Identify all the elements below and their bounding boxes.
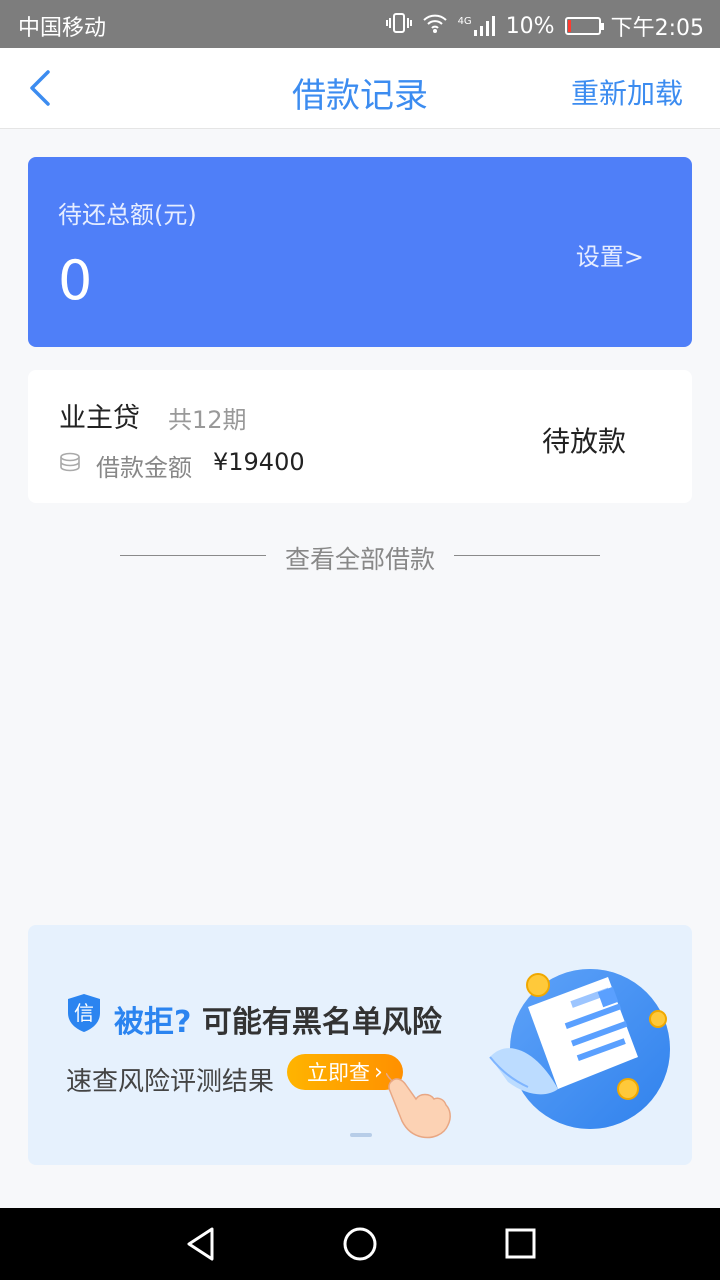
view-all-loans[interactable]: 查看全部借款	[0, 538, 720, 574]
battery-icon	[564, 17, 604, 35]
loan-list-item[interactable]: 业主贷 共12期 借款金额 ¥19400 待放款	[28, 370, 692, 503]
loan-periods: 共12期	[168, 406, 247, 434]
home-icon[interactable]	[342, 1226, 378, 1262]
recent-apps-icon[interactable]	[504, 1226, 538, 1262]
view-all-loans-label[interactable]: 查看全部借款	[0, 540, 720, 576]
risk-check-banner[interactable]: 信 被拒? 可能有黑名单风险 速查风险评测结果 立即查 ›	[28, 925, 692, 1165]
report-illustration-icon	[488, 957, 678, 1132]
network-type: 4G	[457, 16, 472, 27]
signal-icon: 4G	[458, 16, 496, 36]
carousel-indicator	[350, 1133, 372, 1137]
loan-amount-label: 借款金额	[96, 454, 192, 482]
pointing-hand-icon	[385, 1072, 456, 1141]
check-now-label: 立即查	[307, 1061, 370, 1085]
system-nav-bar	[0, 1208, 720, 1280]
coins-icon	[59, 452, 81, 476]
chevron-right-icon: ›	[374, 1059, 383, 1085]
battery-percent: 10%	[505, 13, 555, 39]
divider-right	[454, 555, 600, 556]
banner-headline-accent: 被拒?	[114, 1005, 192, 1040]
shield-char: 信	[74, 1001, 94, 1025]
reload-button[interactable]: 重新加载	[571, 72, 683, 112]
status-right: 4G 10% 下午2:05	[385, 10, 704, 42]
status-bar: 中国移动 4G 10% 下午2:05	[0, 0, 720, 48]
shield-icon: 信	[66, 993, 102, 1033]
settings-link[interactable]: 设置>	[576, 237, 644, 272]
clock: 下午2:05	[610, 16, 704, 41]
outstanding-summary-card: 待还总额(元) 0 设置>	[28, 157, 692, 347]
banner-headline: 被拒? 可能有黑名单风险	[114, 997, 442, 1041]
back-icon[interactable]	[184, 1226, 218, 1262]
loan-amount-value: ¥19400	[213, 448, 305, 476]
banner-headline-text: 可能有黑名单风险	[201, 1005, 442, 1040]
outstanding-total-label: 待还总额(元)	[58, 201, 197, 229]
outstanding-total-amount: 0	[58, 249, 93, 312]
carrier-name: 中国移动	[18, 16, 107, 41]
vibrate-icon	[385, 12, 412, 40]
loan-status: 待放款	[541, 425, 626, 458]
banner-subtitle: 速查风险评测结果	[66, 1067, 275, 1097]
loan-product-name: 业主贷	[59, 403, 140, 434]
nav-bar: 借款记录 重新加载	[0, 48, 720, 129]
battery-level	[567, 20, 571, 32]
wifi-icon	[422, 12, 448, 40]
